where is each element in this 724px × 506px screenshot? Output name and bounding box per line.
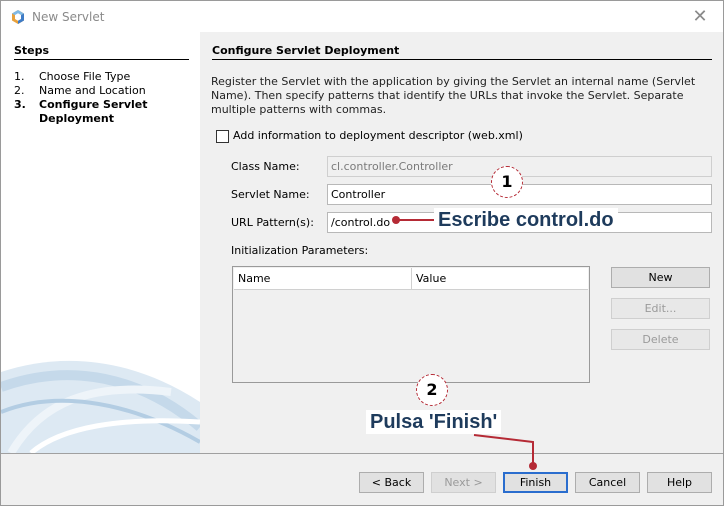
description-text: Register the Servlet with the applicatio…: [211, 75, 696, 116]
callout-type-control-do: Escribe control.do: [434, 208, 618, 232]
url-pattern-label: URL Pattern(s):: [231, 216, 314, 229]
footer-divider: [1, 453, 723, 454]
table-header: Name Value: [234, 268, 588, 290]
edit-button[interactable]: Edit...: [611, 298, 710, 319]
help-button[interactable]: Help: [647, 472, 712, 493]
close-button[interactable]: ✕: [677, 1, 723, 32]
back-button[interactable]: < Back: [359, 472, 424, 493]
step-label: Configure Servlet Deployment: [39, 98, 148, 125]
new-servlet-dialog: New Servlet ✕ Steps 1. Choose File Type …: [0, 0, 724, 506]
steps-panel: Steps 1. Choose File Type 2. Name and Lo…: [1, 32, 200, 453]
deployment-descriptor-label: Add information to deployment descriptor…: [233, 129, 523, 142]
init-params-table[interactable]: Name Value: [232, 266, 590, 383]
steps-title: Steps: [14, 44, 50, 57]
column-header-name[interactable]: Name: [234, 268, 412, 290]
init-params-label: Initialization Parameters:: [231, 244, 369, 257]
cancel-button[interactable]: Cancel: [575, 472, 640, 493]
class-name-label: Class Name:: [231, 160, 300, 173]
window-title: New Servlet: [32, 10, 105, 24]
section-divider: [212, 59, 712, 60]
column-header-value[interactable]: Value: [412, 268, 588, 290]
callout-press-finish: Pulsa 'Finish': [366, 410, 502, 434]
step-label: Choose File Type: [39, 70, 131, 83]
netbeans-logo-icon: [12, 10, 24, 24]
new-button[interactable]: New: [611, 267, 710, 288]
title-bar: New Servlet ✕: [1, 1, 723, 32]
delete-button[interactable]: Delete: [611, 329, 710, 350]
section-title: Configure Servlet Deployment: [212, 44, 400, 57]
step-badge-2: 2: [416, 374, 448, 406]
steps-divider: [14, 59, 189, 60]
step-label: Name and Location: [39, 84, 146, 97]
step-number: 2.: [14, 84, 25, 97]
decorative-swoosh-graphic: [1, 360, 200, 453]
deployment-descriptor-checkbox[interactable]: [216, 130, 229, 143]
next-button[interactable]: Next >: [431, 472, 496, 493]
finish-button[interactable]: Finish: [503, 472, 568, 493]
step-badge-1: 1: [491, 166, 523, 198]
servlet-name-label: Servlet Name:: [231, 188, 310, 201]
main-content: Configure Servlet Deployment Register th…: [200, 32, 723, 453]
step-number: 3.: [14, 98, 26, 111]
step-number: 1.: [14, 70, 25, 83]
